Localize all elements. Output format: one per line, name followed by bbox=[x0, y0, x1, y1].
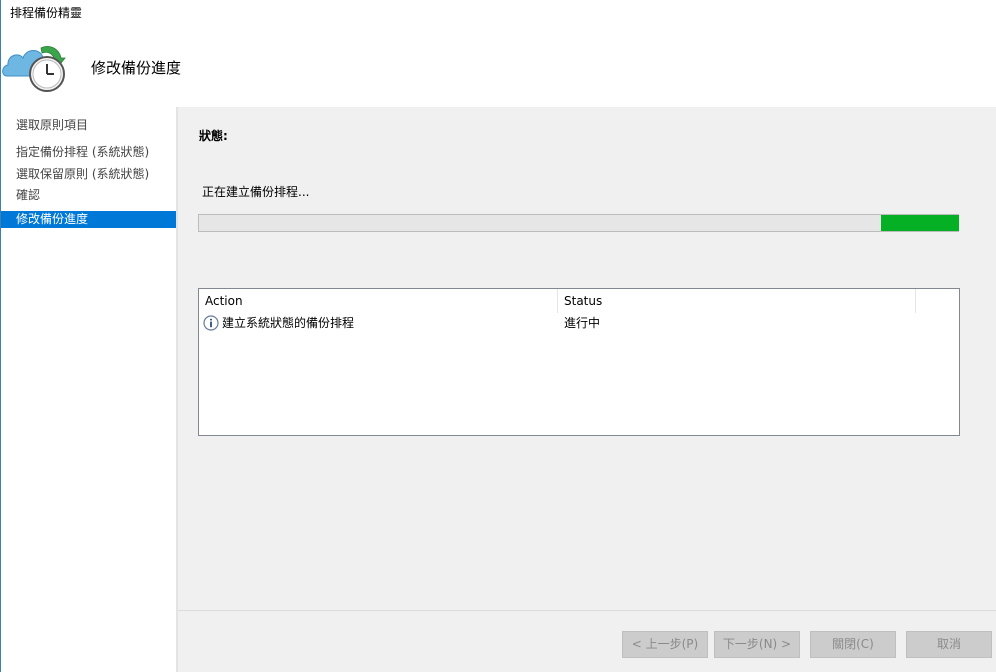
nav-step-backup-schedule[interactable]: 指定備份排程 (系統狀態) bbox=[1, 144, 176, 161]
wizard-header: 修改備份進度 bbox=[1, 24, 996, 107]
action-status-table: Action Status 建立系統狀態的備份排程 進行中 bbox=[198, 288, 960, 436]
nav-step-confirm[interactable]: 確認 bbox=[1, 187, 176, 204]
close-button[interactable]: 關閉(C) bbox=[810, 631, 896, 658]
wizard-footer: < 上一步(P) 下一步(N) > 關閉(C) 取消 bbox=[178, 610, 996, 672]
status-text: 正在建立備份排程... bbox=[202, 185, 310, 199]
main-content: 狀態: 正在建立備份排程... Action Status 建立系統狀態的備份排… bbox=[178, 107, 996, 610]
next-button[interactable]: 下一步(N) > bbox=[714, 631, 800, 658]
row-action-text: 建立系統狀態的備份排程 bbox=[222, 316, 355, 330]
nav-step-select-items[interactable]: 選取原則項目 bbox=[1, 117, 176, 134]
cloud-clock-icon bbox=[2, 46, 66, 92]
progress-bar-fill bbox=[881, 215, 959, 231]
back-button[interactable]: < 上一步(P) bbox=[622, 631, 708, 658]
row-status-text: 進行中 bbox=[564, 316, 601, 330]
page-title: 修改備份進度 bbox=[91, 59, 182, 77]
info-icon bbox=[203, 315, 219, 331]
table-row[interactable]: 建立系統狀態的備份排程 進行中 bbox=[199, 313, 959, 333]
cancel-button[interactable]: 取消 bbox=[906, 631, 992, 658]
status-label: 狀態: bbox=[199, 129, 228, 143]
window-title: 排程備份精靈 bbox=[10, 6, 83, 20]
column-separator[interactable] bbox=[915, 289, 916, 313]
nav-step-modify-progress[interactable]: 修改備份進度 bbox=[1, 211, 176, 228]
nav-step-retention-policy[interactable]: 選取保留原則 (系統狀態) bbox=[1, 166, 176, 183]
progress-bar bbox=[198, 214, 959, 232]
column-header-action[interactable]: Action bbox=[199, 289, 557, 313]
wizard-step-nav: 選取原則項目 指定備份排程 (系統狀態) 選取保留原則 (系統狀態) 確認 修改… bbox=[1, 107, 176, 672]
column-header-status[interactable]: Status bbox=[558, 289, 915, 313]
